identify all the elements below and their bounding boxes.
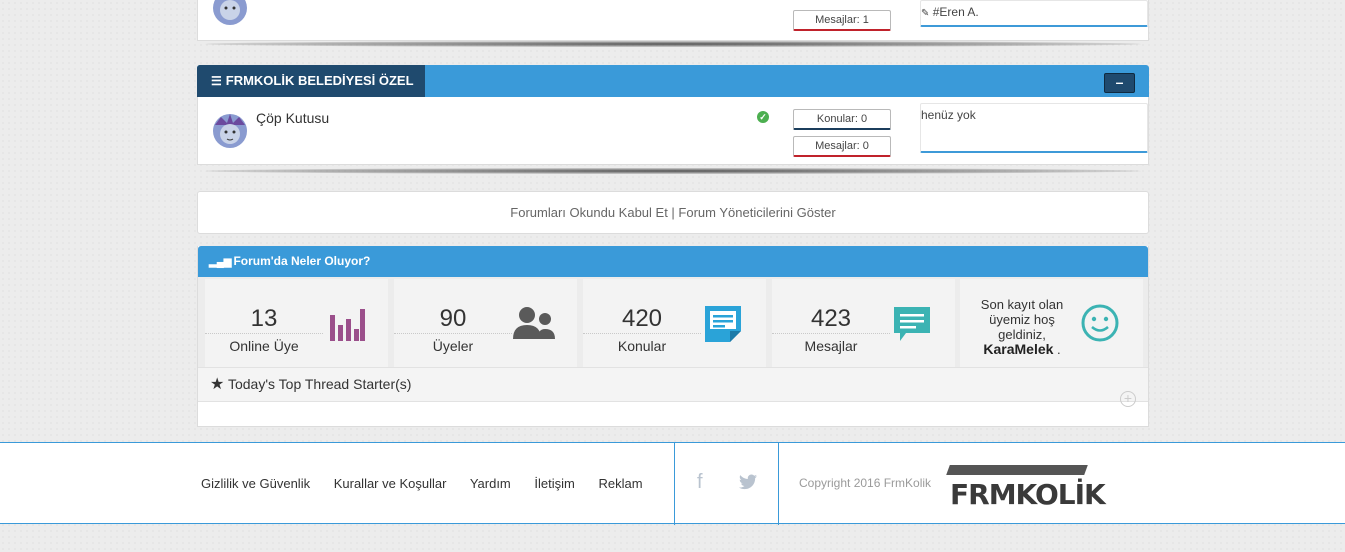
stat-topics: 420 Konular — [583, 279, 766, 367]
forum-row-top: Mesajlar: 1 ✎ #Eren A. — [197, 0, 1149, 41]
stat-value: 13 — [250, 305, 278, 332]
stat-label: Online Üye — [229, 338, 299, 354]
stats-header: ▂▄▆ Forum'da Neler Oluyor? — [198, 246, 1148, 277]
forum-stats-panel: ▂▄▆ Forum'da Neler Oluyor? 13 Online Üye … — [197, 246, 1149, 427]
site-logo[interactable]: FRMKOLİK — [946, 465, 1106, 511]
topics-count-button[interactable]: Konular: 0 — [793, 109, 891, 130]
last-post-box: henüz yok — [920, 103, 1148, 153]
messages-count-button[interactable]: Mesajlar: 1 — [793, 10, 891, 31]
newest-member-link[interactable]: KaraMelek — [983, 341, 1053, 357]
stat-label: Konular — [617, 338, 667, 354]
row-shadow — [205, 168, 1141, 174]
row-shadow — [205, 41, 1141, 47]
last-post-box: ✎ #Eren A. — [920, 0, 1148, 27]
logo-tagline — [946, 465, 1088, 475]
footer-link-privacy[interactable]: Gizlilik ve Güvenlik — [201, 476, 310, 491]
forum-lion-icon — [213, 0, 247, 25]
star-icon: ★ — [210, 376, 225, 393]
stat-value: 420 — [621, 305, 663, 332]
stat-members: 90 Üyeler — [394, 279, 577, 367]
messages-count-button[interactable]: Mesajlar: 0 — [793, 136, 891, 157]
copyright-text: Copyright 2016 FrmKolik — [799, 476, 932, 490]
footer-divider — [778, 443, 779, 525]
bar-chart-icon — [330, 309, 365, 341]
forum-lion-icon — [213, 114, 247, 148]
footer-divider — [674, 443, 675, 525]
footer-link-ads[interactable]: Reklam — [598, 476, 642, 491]
stats-body: 13 Online Üye 90 Üyeler 420 Konular 423 … — [198, 277, 1148, 367]
smile-icon — [1081, 304, 1119, 342]
last-post-text: henüz yok — [921, 108, 976, 122]
forum-name-link[interactable]: Çöp Kutusu — [256, 110, 329, 126]
forum-row: Çöp Kutusu ✓ Konular: 0 Mesajlar: 0 henü… — [197, 97, 1149, 165]
twitter-icon[interactable] — [739, 474, 757, 490]
category-header: ☰ FRMKOLİK BELEDİYESİ ÖZEL – — [197, 65, 1149, 97]
welcome-text: Son kayıt olan üyemiz hoş geldiniz, Kara… — [980, 297, 1064, 357]
category-section: ☰ FRMKOLİK BELEDİYESİ ÖZEL – Çöp Kutusu ✓… — [197, 65, 1149, 179]
expand-plus-icon[interactable]: + — [1120, 391, 1136, 407]
note-icon — [705, 306, 741, 342]
stat-divider — [772, 333, 890, 334]
footer: Gizlilik ve Güvenlik Kurallar ve Koşulla… — [0, 442, 1345, 525]
list-icon: ☰ — [211, 74, 222, 88]
forum-actions-bar[interactable]: Forumları Okundu Kabul Et | Forum Yöneti… — [197, 191, 1149, 234]
users-icon — [513, 307, 555, 339]
footer-links: Gizlilik ve Güvenlik Kurallar ve Koşulla… — [201, 443, 663, 525]
last-post-user[interactable]: #Eren A. — [933, 5, 979, 19]
footer-link-rules[interactable]: Kurallar ve Koşullar — [334, 476, 447, 491]
stat-divider — [583, 333, 701, 334]
check-icon: ✓ — [757, 111, 769, 123]
stat-divider — [205, 333, 323, 334]
pencil-icon: ✎ — [921, 8, 930, 19]
stat-posts: 423 Mesajlar — [772, 279, 955, 367]
stat-online-users: 13 Online Üye — [205, 279, 388, 367]
stat-value: 90 — [439, 305, 467, 332]
chat-icon — [894, 307, 930, 341]
logo-text: FRMKOLİK — [950, 478, 1106, 511]
stat-divider — [394, 333, 512, 334]
collapse-button[interactable]: – — [1104, 73, 1135, 93]
top-thread-starters-bar[interactable]: ★ Today's Top Thread Starter(s) — [198, 367, 1148, 402]
newest-member-box: Son kayıt olan üyemiz hoş geldiniz, Kara… — [960, 279, 1143, 367]
footer-link-help[interactable]: Yardım — [470, 476, 511, 491]
stat-label: Üyeler — [432, 338, 474, 354]
category-title[interactable]: ☰ FRMKOLİK BELEDİYESİ ÖZEL — [197, 65, 425, 97]
signal-icon: ▂▄▆ — [209, 257, 232, 268]
footer-link-contact[interactable]: İletişim — [534, 476, 574, 491]
stat-value: 423 — [810, 305, 852, 332]
facebook-icon[interactable]: f — [697, 471, 703, 494]
stat-label: Mesajlar — [804, 338, 858, 354]
